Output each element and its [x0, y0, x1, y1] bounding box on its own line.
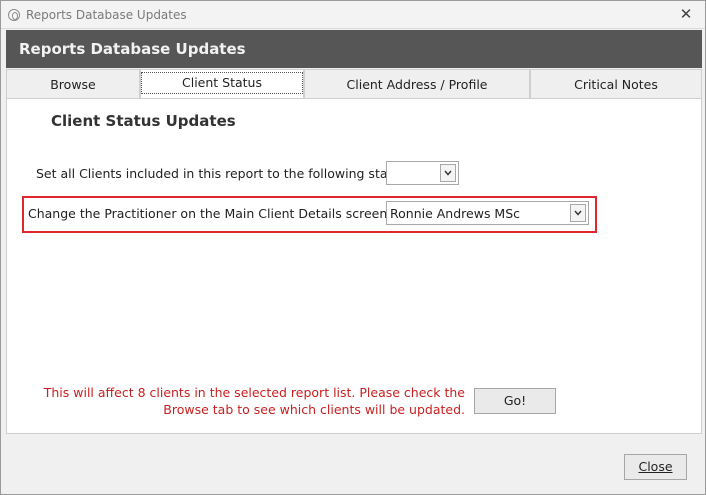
practitioner-label: Change the Practitioner on the Main Clie…: [28, 206, 409, 221]
chevron-down-icon: [574, 210, 582, 216]
practitioner-value: Ronnie Andrews MSc: [390, 206, 521, 221]
status-dropdown-button[interactable]: [440, 164, 456, 182]
warning-message: This will affect 8 clients in the select…: [43, 385, 465, 417]
reports-database-updates-window: Reports Database Updates ✕ Reports Datab…: [0, 0, 706, 495]
tab-client-address-profile[interactable]: Client Address / Profile: [304, 69, 530, 98]
client-status-panel: Client Status Updates Set all Clients in…: [6, 98, 702, 434]
status-dropdown[interactable]: [386, 161, 459, 185]
window-close-button[interactable]: ✕: [677, 6, 695, 23]
chevron-down-icon: [444, 170, 452, 176]
tab-browse[interactable]: Browse: [6, 69, 140, 98]
window-title: Reports Database Updates: [26, 8, 187, 22]
tab-strip: Browse Client Status Client Address / Pr…: [6, 68, 702, 98]
header-title: Reports Database Updates: [19, 40, 246, 58]
tab-client-status[interactable]: Client Status: [140, 69, 304, 98]
status-label: Set all Clients included in this report …: [36, 166, 407, 181]
practitioner-dropdown[interactable]: Ronnie Andrews MSc: [386, 201, 589, 225]
practitioner-dropdown-button[interactable]: [570, 204, 586, 222]
tab-critical-notes[interactable]: Critical Notes: [530, 69, 702, 98]
section-title: Client Status Updates: [51, 112, 236, 130]
close-button[interactable]: Close: [624, 454, 687, 480]
app-icon: [8, 9, 20, 21]
close-button-label: Close: [638, 459, 673, 474]
go-button[interactable]: Go!: [474, 388, 556, 414]
window-titlebar: Reports Database Updates ✕: [1, 1, 705, 29]
header-bar: Reports Database Updates: [6, 30, 702, 68]
tab-client-status-label: Client Status: [141, 72, 303, 94]
